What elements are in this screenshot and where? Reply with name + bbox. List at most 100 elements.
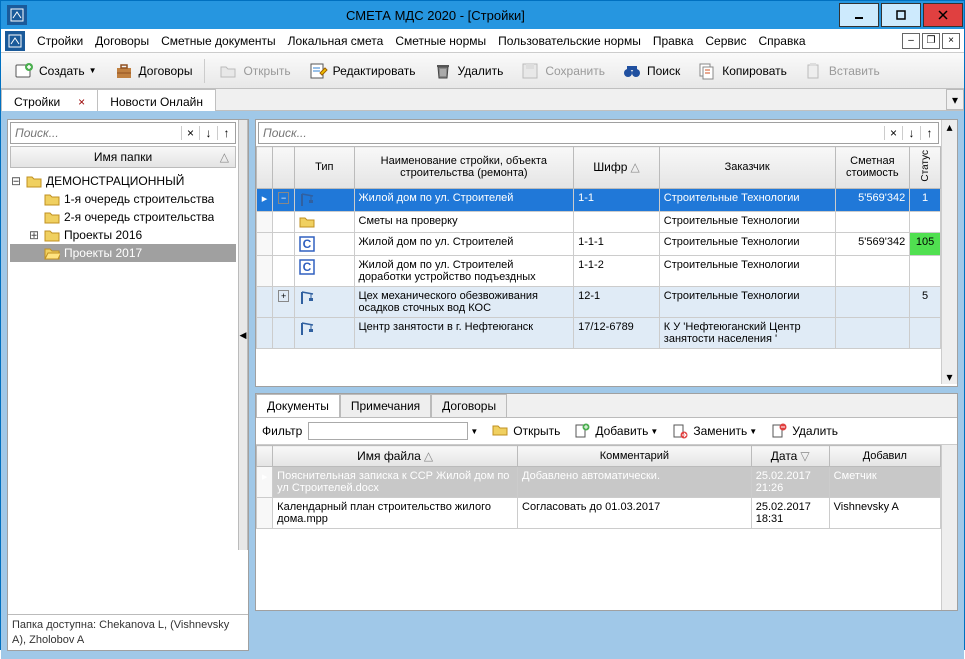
menu-item[interactable]: Сметные документы <box>161 34 276 48</box>
tab-strip: Стройки Новости Онлайн ▾ <box>1 89 964 111</box>
search-button[interactable]: Поиск <box>615 58 686 84</box>
menu-item[interactable]: Локальная смета <box>288 34 384 48</box>
paste-button[interactable]: Вставить <box>797 58 886 84</box>
create-button[interactable]: Создать▼ <box>7 58 103 84</box>
sort-indicator-icon: △ <box>220 150 229 164</box>
table-row[interactable]: Календарный план строительство жилого до… <box>257 498 941 529</box>
folder-icon <box>44 192 60 206</box>
mdi-close-button[interactable]: × <box>942 33 960 49</box>
window-title: СМЕТА МДС 2020 - [Стройки] <box>33 8 838 23</box>
col-status[interactable]: Статус <box>910 147 941 189</box>
tab-notes[interactable]: Примечания <box>340 394 431 417</box>
tab-news[interactable]: Новости Онлайн <box>97 89 216 111</box>
expand-icon[interactable]: ⊞ <box>28 228 40 242</box>
edit-button[interactable]: Редактировать <box>301 58 422 84</box>
menu-bar: Стройки Договоры Сметные документы Локал… <box>1 29 964 53</box>
tab-contracts[interactable]: Договоры <box>431 394 507 417</box>
save-button[interactable]: Сохранить <box>513 58 611 84</box>
maximize-button[interactable] <box>881 3 921 27</box>
tree-root[interactable]: ⊟ ДЕМОНСТРАЦИОННЫЙ <box>10 172 236 190</box>
folder-tree-pane: × ↓ ↑ Имя папки△ ⊟ ДЕМОНСТРАЦИОННЫЙ 1-я <box>7 119 249 651</box>
svg-text:C: C <box>303 237 312 251</box>
briefcase-icon <box>113 60 135 82</box>
tab-stroiki[interactable]: Стройки <box>1 89 98 111</box>
table-row[interactable]: ▸−Жилой дом по ул. Строителей1-1Строител… <box>257 188 941 211</box>
open-button[interactable]: Открыть <box>211 58 296 84</box>
table-row[interactable]: +Цех механического обезвоживания осадков… <box>257 286 941 317</box>
binoculars-icon <box>621 60 643 82</box>
doc-open-button[interactable]: Открыть <box>492 423 560 439</box>
content-pane: × ↓ ↑ Тип Наименование стройки, объекта … <box>255 119 958 651</box>
minimize-button[interactable] <box>839 3 879 27</box>
projects-table: Тип Наименование стройки, объекта строит… <box>256 146 941 349</box>
contracts-button[interactable]: Договоры <box>107 58 199 84</box>
col-filename[interactable]: Имя файла △ <box>273 446 518 467</box>
doc-scrollbar[interactable] <box>941 445 957 610</box>
collapse-icon[interactable]: ⊟ <box>10 174 22 188</box>
search-down-icon[interactable]: ↓ <box>902 126 920 140</box>
search-up-icon[interactable]: ↑ <box>217 126 235 140</box>
filter-input[interactable] <box>308 422 468 440</box>
open-icon <box>217 60 239 82</box>
grid-search-input[interactable] <box>259 126 884 140</box>
projects-grid: × ↓ ↑ Тип Наименование стройки, объекта … <box>255 119 958 387</box>
paste-icon <box>803 60 825 82</box>
svg-text:C: C <box>303 260 312 274</box>
delete-doc-icon <box>771 423 789 439</box>
copy-button[interactable]: Копировать <box>690 58 793 84</box>
main-area: × ↓ ↑ Имя папки△ ⊟ ДЕМОНСТРАЦИОННЫЙ 1-я <box>1 111 964 659</box>
close-button[interactable] <box>923 3 963 27</box>
filter-row: Фильтр ▼ Открыть Добавить▼ Заменить▼ Уда… <box>256 418 957 445</box>
tree-node[interactable]: ⊞ Проекты 2016 <box>10 226 236 244</box>
tree-node[interactable]: 1-я очередь строительства <box>10 190 236 208</box>
tree-collapse-handle[interactable]: ◀ <box>238 120 248 550</box>
table-row[interactable]: CЖилой дом по ул. Строителей доработки у… <box>257 255 941 286</box>
menu-item[interactable]: Стройки <box>37 34 83 48</box>
delete-button[interactable]: Удалить <box>426 58 510 84</box>
col-cost[interactable]: Сметная стоимость <box>835 147 910 189</box>
clear-search-icon[interactable]: × <box>884 126 902 140</box>
menu-item[interactable]: Договоры <box>95 34 149 48</box>
tree-header[interactable]: Имя папки△ <box>10 146 236 168</box>
replace-doc-icon <box>672 423 690 439</box>
menu-item[interactable]: Правка <box>653 34 694 48</box>
col-author[interactable]: Добавил <box>829 446 940 467</box>
col-code[interactable]: Шифр △ <box>574 147 660 189</box>
tab-documents[interactable]: Документы <box>256 394 340 417</box>
filter-label: Фильтр <box>262 424 302 438</box>
col-date[interactable]: Дата ▽ <box>751 446 829 467</box>
table-row[interactable]: CЖилой дом по ул. Строителей1-1-1Строите… <box>257 232 941 255</box>
doc-replace-button[interactable]: Заменить▼ <box>672 423 757 439</box>
folder-access-status: Папка доступна: Chekanova L, (Vishnevsky… <box>8 614 248 650</box>
search-up-icon[interactable]: ↑ <box>920 126 938 140</box>
edit-icon <box>307 60 329 82</box>
col-comment[interactable]: Комментарий <box>518 446 752 467</box>
documents-grid: Имя файла △ Комментарий Дата ▽ Добавил ▸… <box>256 445 957 610</box>
doc-delete-button[interactable]: Удалить <box>771 423 838 439</box>
folder-tree: ⊟ ДЕМОНСТРАЦИОННЫЙ 1-я очередь строитель… <box>8 168 238 266</box>
tree-node[interactable]: 2-я очередь строительства <box>10 208 236 226</box>
col-customer[interactable]: Заказчик <box>659 147 835 189</box>
app-icon <box>7 5 27 25</box>
col-name[interactable]: Наименование стройки, объекта строительс… <box>354 147 574 189</box>
tree-search-input[interactable] <box>11 126 181 140</box>
search-down-icon[interactable]: ↓ <box>199 126 217 140</box>
menu-item[interactable]: Пользовательские нормы <box>498 34 641 48</box>
table-row[interactable]: ▸Пояснительная записка к ССР Жилой дом п… <box>257 467 941 498</box>
create-icon <box>13 60 35 82</box>
bottom-tabs: Документы Примечания Договоры <box>256 394 957 418</box>
tab-dropdown[interactable]: ▾ <box>946 89 964 110</box>
folder-icon <box>44 228 60 242</box>
doc-add-button[interactable]: Добавить▼ <box>574 423 658 439</box>
tree-node-selected[interactable]: Проекты 2017 <box>10 244 236 262</box>
grid-scrollbar[interactable]: ▴▾ <box>941 120 957 384</box>
clear-search-icon[interactable]: × <box>181 126 199 140</box>
mdi-minimize-button[interactable]: – <box>902 33 920 49</box>
menu-item[interactable]: Сервис <box>705 34 746 48</box>
table-row[interactable]: Сметы на проверкуСтроительные Технологии <box>257 211 941 232</box>
col-type[interactable]: Тип <box>295 147 354 189</box>
menu-item[interactable]: Справка <box>758 34 805 48</box>
table-row[interactable]: Центр занятости в г. Нефтеюганск17/12-67… <box>257 317 941 348</box>
menu-item[interactable]: Сметные нормы <box>395 34 486 48</box>
mdi-restore-button[interactable]: ❐ <box>922 33 940 49</box>
